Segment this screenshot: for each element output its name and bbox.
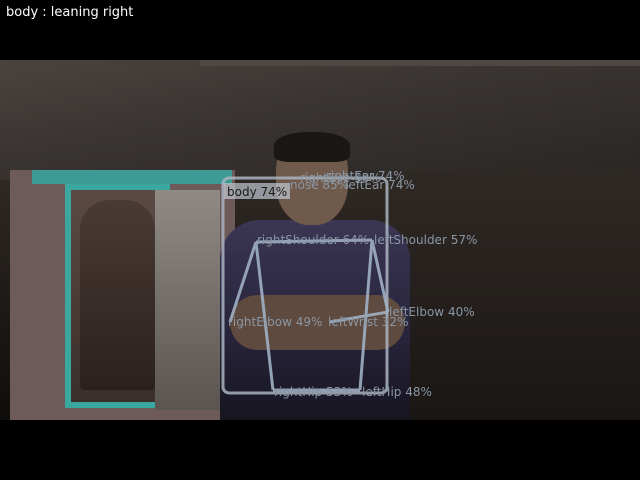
right-upper-arm <box>228 241 258 323</box>
keypoint-label-left-elbow: leftElbow 40% <box>389 305 475 319</box>
pose-overlay: body 74% rightEye 58% rightEar 74% nose … <box>221 169 477 399</box>
keypoint-label-right-shoulder: rightShoulder 64% <box>257 233 369 247</box>
keypoint-label-left-hip: leftHip 48% <box>362 385 432 399</box>
keypoint-label-left-ear: leftEar 74% <box>345 178 415 192</box>
keypoint-label-right-hip: rightHip 53% <box>274 385 353 399</box>
keypoint-label-nose: nose 85% <box>290 178 349 192</box>
body-label: body 74% <box>227 185 287 199</box>
keypoint-label-right-elbow: rightElbow 49% <box>228 315 322 329</box>
keypoint-label-left-shoulder: leftShoulder 57% <box>374 233 477 247</box>
